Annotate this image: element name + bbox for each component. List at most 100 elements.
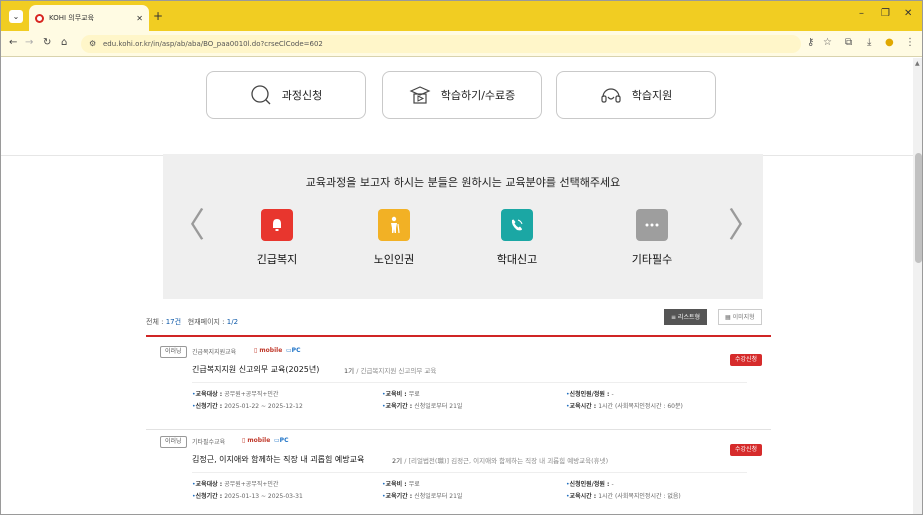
reload-icon[interactable]: ↻ xyxy=(43,37,51,48)
enroll-button[interactable]: 수강신청 xyxy=(730,354,763,366)
list-view-button[interactable]: ≡ 리스트형 xyxy=(664,309,708,325)
detail-value: 2025-01-22 ~ 2025-12-12 xyxy=(224,403,303,410)
mobile-badge: ▯ mobile xyxy=(242,437,270,444)
detail-divider xyxy=(192,382,747,383)
minimize-icon[interactable]: – xyxy=(859,8,864,19)
browser-window: ⌄ KOHI 의무교육 ✕ + – ❐ ✕ ← → ↻ ⌂ ⚙ edu.kohi… xyxy=(0,0,923,515)
category-emergency-welfare[interactable]: 긴급복지 xyxy=(242,209,312,267)
page-scrollbar[interactable]: ▲ xyxy=(913,58,922,514)
tab-strip: ⌄ KOHI 의무교육 ✕ + – ❐ ✕ xyxy=(1,1,922,31)
course-subtitle: 1기 / 긴급복지지원 신고의무 교육 xyxy=(344,365,436,375)
page-content: 과정신청 학습하기/수료증 학습지원 교육과정을 보고자 하시는 분들은 원하시… xyxy=(1,58,913,514)
more-icon xyxy=(636,209,668,241)
pc-label: PC xyxy=(279,437,289,444)
bookmark-star-icon[interactable]: ☆ xyxy=(823,37,832,48)
mobile-label: mobile xyxy=(247,437,271,444)
detail-value: 1시간 (사회복지인정시간 : 없음) xyxy=(598,493,681,500)
elearning-badge: 이러닝 xyxy=(160,346,187,358)
page-label: 현재페이지 : xyxy=(187,318,227,326)
learn-certificate-label: 학습하기/수료증 xyxy=(440,89,516,102)
next-arrow-icon[interactable]: 〉 xyxy=(728,209,762,243)
menu-icon[interactable]: ⋮ xyxy=(905,37,915,48)
tab-title: KOHI 의무교육 xyxy=(49,14,95,22)
scrollbar-thumb[interactable] xyxy=(915,153,922,263)
profile-icon[interactable]: ● xyxy=(885,37,894,48)
detail-fee: •교육비 : 무료 xyxy=(382,391,420,398)
category-label: 긴급복지 xyxy=(256,253,298,266)
course-list: 전체 : 17건 현재페이지 : 1/2 ≡ 리스트형 ▦ 이미지형 이러닝 긴… xyxy=(146,299,771,514)
detail-study: •교육기간 : 신청일로부터 21일 xyxy=(382,403,463,410)
detail-value: 신청일로부터 21일 xyxy=(414,403,463,410)
headset-icon xyxy=(601,88,621,103)
detail-label: 신청인원/정원 : xyxy=(569,391,612,398)
url-input[interactable]: ⚙ edu.kohi.or.kr/in/asp/ab/aba/BO_paa001… xyxy=(81,35,801,53)
course-term: 1기 xyxy=(344,367,355,375)
detail-hours: •교육시간 : 1시간 (사회복지인정시간 : 60분) xyxy=(566,403,683,410)
detail-target: •교육대상 : 공무원+공무직+민간 xyxy=(192,391,279,398)
scroll-up-icon[interactable]: ▲ xyxy=(915,60,920,67)
address-bar-row: ← → ↻ ⌂ ⚙ edu.kohi.or.kr/in/asp/ab/aba/B… xyxy=(1,31,922,57)
course-term: 2기 xyxy=(392,457,403,465)
enroll-button[interactable]: 수강신청 xyxy=(730,444,763,456)
phone-icon xyxy=(501,209,533,241)
url-text: edu.kohi.or.kr/in/asp/ab/aba/BO_paa0010l… xyxy=(103,40,323,48)
person-icon xyxy=(378,209,410,241)
prev-arrow-icon[interactable]: 〈 xyxy=(171,209,205,243)
site-info-icon[interactable]: ⚙ xyxy=(89,35,96,53)
course-subtitle-text: / 긴급복지지원 신고의무 교육 xyxy=(356,367,437,375)
pc-label: PC xyxy=(291,347,301,354)
maximize-icon[interactable]: ❐ xyxy=(881,8,890,19)
detail-value: 공무원+공무직+민간 xyxy=(224,481,279,488)
detail-label: 신청인원/정원 : xyxy=(569,481,612,488)
forward-icon[interactable]: → xyxy=(25,37,33,48)
category-abuse-report[interactable]: 학대신고 xyxy=(482,209,552,267)
course-title-link[interactable]: 김정근, 이지애와 함께하는 직장 내 괴롭힘 예방교육 xyxy=(192,454,364,465)
close-window-icon[interactable]: ✕ xyxy=(904,8,912,19)
list-meta: 전체 : 17건 현재페이지 : 1/2 xyxy=(146,317,238,327)
course-apply-button[interactable]: 과정신청 xyxy=(206,71,366,119)
graduation-icon xyxy=(409,86,431,104)
mobile-icon: ▯ xyxy=(242,437,246,444)
back-icon[interactable]: ← xyxy=(9,37,17,48)
key-icon[interactable]: ⚷ xyxy=(807,37,814,48)
search-icon xyxy=(251,85,271,105)
learning-support-button[interactable]: 학습지원 xyxy=(556,71,716,119)
detail-hours: •교육시간 : 1시간 (사회복지인정시간 : 없음) xyxy=(566,493,681,500)
detail-value: 공무원+공무직+민간 xyxy=(224,391,279,398)
new-tab-icon[interactable]: + xyxy=(153,9,163,23)
detail-value: - xyxy=(611,481,614,488)
detail-label: 교육기간 : xyxy=(385,403,415,410)
course-category: 긴급복지지원교육 xyxy=(192,349,237,356)
site-favicon-icon xyxy=(35,13,44,23)
detail-divider xyxy=(192,472,747,473)
category-other-required[interactable]: 기타필수 xyxy=(617,209,687,267)
course-apply-label: 과정신청 xyxy=(281,89,323,102)
detail-target: •교육대상 : 공무원+공무직+민간 xyxy=(192,481,279,488)
detail-label: 교육대상 : xyxy=(195,481,225,488)
mobile-badge: ▯ mobile xyxy=(254,347,282,354)
detail-value: 무료 xyxy=(408,391,420,398)
extensions-icon[interactable]: ⧉ xyxy=(845,37,852,48)
category-label: 기타필수 xyxy=(631,253,673,266)
tab-search-icon[interactable]: ⌄ xyxy=(9,10,23,23)
tab-close-icon[interactable]: ✕ xyxy=(136,14,143,23)
detail-study: •교육기간 : 신청일로부터 21일 xyxy=(382,493,463,500)
course-category: 기타필수교육 xyxy=(192,439,226,446)
detail-label: 교육비 : xyxy=(385,481,409,488)
category-panel: 교육과정을 보고자 하시는 분들은 원하시는 교육분야를 선택해주세요 〈 〉 … xyxy=(163,154,763,299)
browser-tab[interactable]: KOHI 의무교육 ✕ xyxy=(29,5,149,31)
detail-label: 교육대상 : xyxy=(195,391,225,398)
image-view-button[interactable]: ▦ 이미지형 xyxy=(718,309,762,325)
home-icon[interactable]: ⌂ xyxy=(61,37,67,48)
download-icon[interactable]: ⤓ xyxy=(867,37,871,48)
course-title-link[interactable]: 긴급복지지원 신고의무 교육(2025년) xyxy=(192,364,319,375)
item-divider xyxy=(146,429,771,430)
pc-badge: ▭PC xyxy=(286,347,300,354)
category-elder-rights[interactable]: 노인인권 xyxy=(359,209,429,267)
learn-certificate-button[interactable]: 학습하기/수료증 xyxy=(382,71,542,119)
detail-period: •신청기간 : 2025-01-22 ~ 2025-12-12 xyxy=(192,403,303,410)
detail-fee: •교육비 : 무료 xyxy=(382,481,420,488)
total-label: 전체 : xyxy=(146,318,166,326)
detail-label: 교육비 : xyxy=(385,391,409,398)
detail-value: 1시간 (사회복지인정시간 : 60분) xyxy=(598,403,683,410)
